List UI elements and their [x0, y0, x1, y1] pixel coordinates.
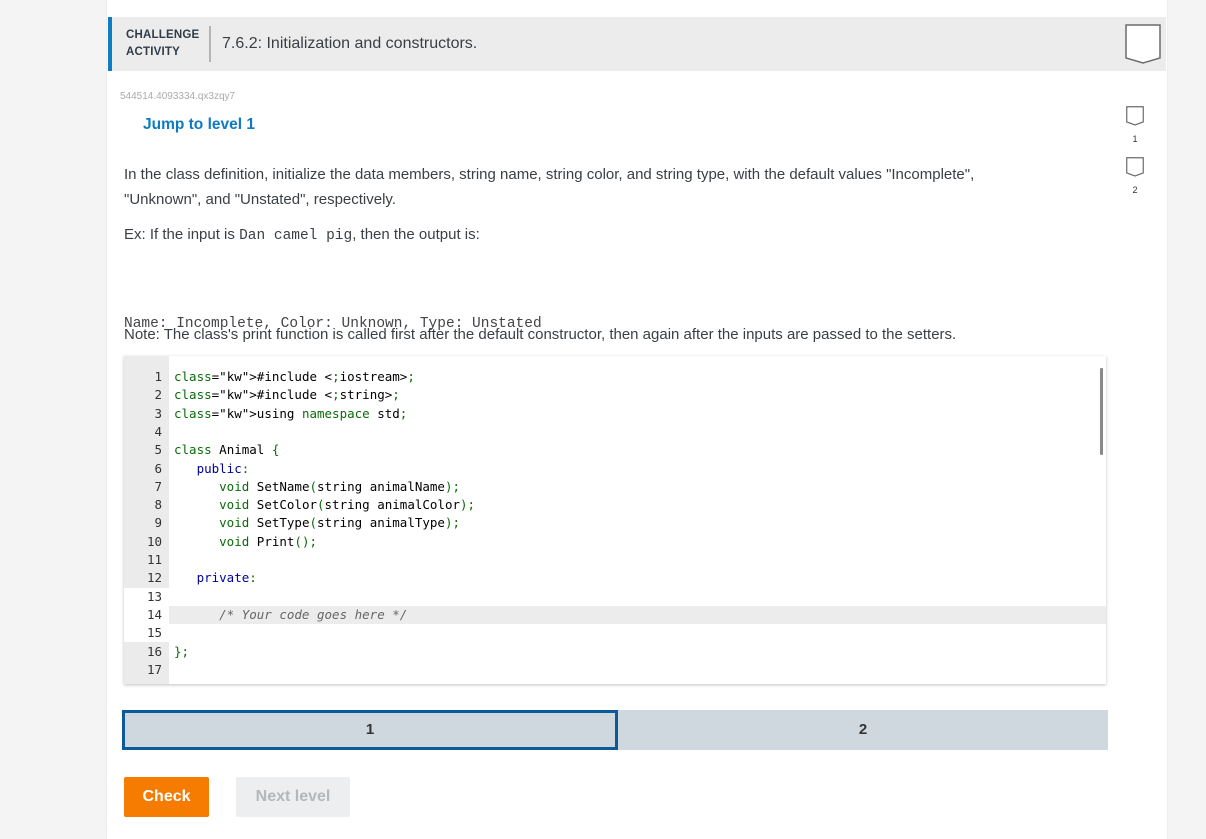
instructions-line-1: In the class definition, initialize the …: [124, 166, 975, 183]
line-number: 4: [154, 423, 162, 439]
code-line[interactable]: 13: [124, 587, 1106, 606]
level-2-tab[interactable]: 2: [618, 710, 1108, 750]
code-text[interactable]: void SetType(string animalType);: [174, 514, 460, 532]
level-1-tab[interactable]: 1: [122, 710, 618, 750]
check-button[interactable]: Check: [124, 777, 209, 817]
code-line[interactable]: 15: [124, 624, 1106, 643]
challenge-activity-card: CHALLENGE ACTIVITY 7.6.2: Initialization…: [107, 0, 1167, 839]
line-number: 15: [124, 624, 169, 643]
code-line[interactable]: 8 void SetColor(string animalColor);: [124, 496, 1106, 514]
code-text[interactable]: class="kw">#include <;string>;: [174, 386, 400, 404]
line-number: 11: [146, 552, 162, 567]
line-number: 17: [146, 661, 162, 677]
header-separator: [209, 26, 211, 62]
code-line[interactable]: 4: [124, 423, 1106, 441]
line-number: 9: [154, 515, 162, 531]
code-line[interactable]: 1 class="kw">#include <;iostream>;: [124, 368, 1106, 386]
code-text[interactable]: /* Your code goes here */: [174, 606, 407, 624]
line-number: 14: [124, 605, 169, 625]
line-number: 8: [154, 497, 162, 513]
activity-type-label: CHALLENGE ACTIVITY: [126, 27, 206, 61]
level-2-badge-icon: [1126, 157, 1144, 177]
completion-badge-icon: [1125, 24, 1161, 64]
code-line[interactable]: 16};: [124, 643, 1106, 661]
line-number: 5: [154, 442, 162, 458]
instructions-paragraph: In the class definition, initialize the …: [124, 162, 1074, 212]
activity-header: CHALLENGE ACTIVITY 7.6.2: Initialization…: [108, 17, 1166, 71]
example-input: Dan camel pig: [239, 228, 353, 244]
line-number: 6: [154, 460, 162, 476]
code-line[interactable]: 2 class="kw">#include <;string>;: [124, 386, 1106, 404]
activity-title: 7.6.2: Initialization and constructors.: [222, 35, 478, 52]
code-text[interactable]: class="kw">using namespace std;: [174, 405, 407, 423]
line-number: 13: [124, 587, 169, 606]
activity-type-line1: CHALLENGE: [126, 29, 200, 41]
code-line[interactable]: 14 /* Your code goes here */: [124, 605, 1106, 625]
editor-scrollbar[interactable]: [1100, 368, 1103, 455]
code-text[interactable]: void Print();: [174, 533, 317, 551]
code-editor[interactable]: 1 class="kw">#include <;iostream>; 2 class=…: [124, 356, 1106, 684]
level-1-badge-label: 1: [1132, 134, 1138, 144]
code-text[interactable]: void SetColor(string animalColor);: [174, 496, 475, 514]
code-text[interactable]: class="kw">#include <;iostream>;: [174, 368, 415, 386]
code-text[interactable]: class Animal {: [174, 441, 279, 459]
activity-id: 544514.4093334.qx3zqy7: [120, 91, 236, 102]
level-selector: 1 2: [122, 710, 1108, 750]
code-line[interactable]: 12 private:: [124, 569, 1106, 587]
jump-to-level-link[interactable]: Jump to level 1: [143, 116, 255, 134]
level-2-badge-label: 2: [1132, 185, 1138, 195]
activity-type-line2: ACTIVITY: [126, 46, 180, 58]
line-number: 2: [154, 387, 162, 403]
code-line[interactable]: 11: [124, 551, 1106, 569]
next-level-button[interactable]: Next level: [236, 777, 350, 817]
level-1-badge-icon: [1126, 106, 1144, 126]
code-text[interactable]: };: [174, 643, 189, 661]
line-number: 7: [154, 478, 162, 494]
code-text[interactable]: private:: [174, 569, 257, 587]
code-line[interactable]: 7 void SetName(string animalName);: [124, 478, 1106, 496]
instructions-line-2: "Unknown", and "Unstated", respectively.: [124, 191, 396, 208]
code-line[interactable]: 10 void Print();: [124, 533, 1106, 551]
example-prefix: Ex: If the input is: [124, 226, 240, 243]
line-number: 16: [146, 643, 162, 659]
code-line[interactable]: 9 void SetType(string animalType);: [124, 514, 1106, 532]
code-text[interactable]: void SetName(string animalName);: [174, 478, 460, 496]
example-sentence: Ex: If the input is Dan camel pig, then …: [124, 222, 1074, 249]
example-suffix: , then the output is:: [352, 226, 480, 243]
line-number: 3: [154, 405, 162, 421]
code-line[interactable]: 5 class Animal {: [124, 441, 1106, 459]
code-line[interactable]: 6 public:: [124, 460, 1106, 478]
line-number: 1: [154, 369, 162, 384]
code-line[interactable]: 3 class="kw">using namespace std;: [124, 405, 1106, 423]
code-text[interactable]: public:: [174, 460, 250, 478]
code-line[interactable]: 17: [124, 661, 1106, 679]
note-text: Note: The class's print function is call…: [124, 326, 957, 343]
line-number: 12: [146, 570, 162, 586]
line-number: 10: [146, 533, 162, 549]
